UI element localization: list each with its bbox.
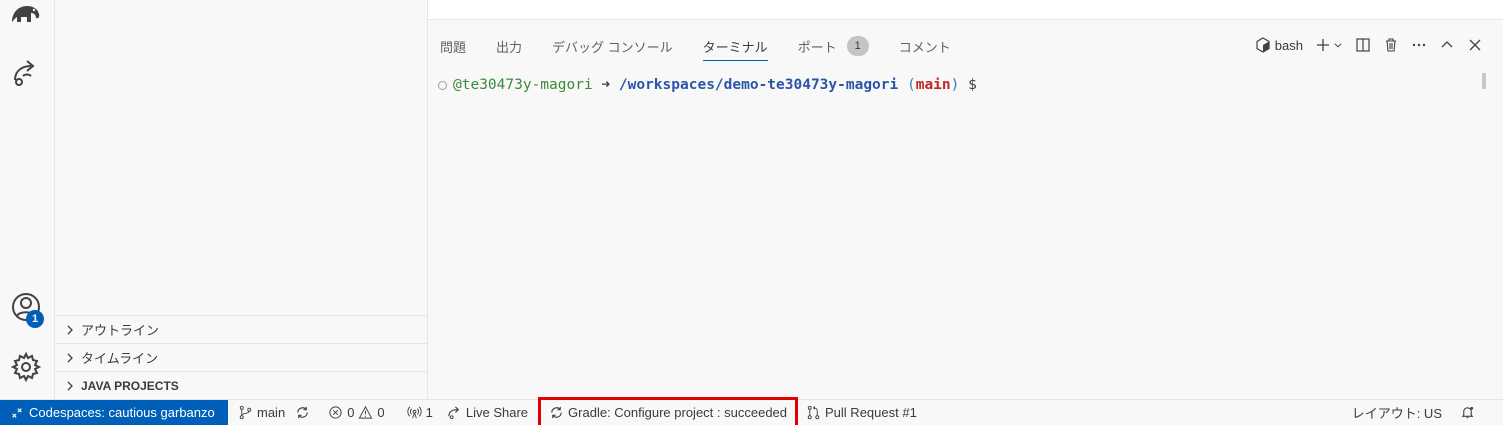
bottom-panel: 問題 出力 デバッグ コンソール ターミナル ポート 1 コメント bash @… <box>428 20 1503 399</box>
terminal-scrollbar[interactable] <box>1482 73 1486 89</box>
pull-request-item[interactable]: Pull Request #1 <box>806 400 917 425</box>
tab-output[interactable]: 出力 <box>496 32 522 60</box>
remote-icon <box>12 407 22 418</box>
status-bar: Codespaces: cautious garbanzo main 0 0 1… <box>0 397 1503 428</box>
panel-tabs: 問題 出力 デバッグ コンソール ターミナル ポート 1 コメント <box>440 32 981 62</box>
live-share-button[interactable]: Live Share <box>447 400 528 425</box>
section-label: JAVA PROJECTS <box>81 378 179 393</box>
ports-count-badge: 1 <box>846 36 869 56</box>
activity-bar: 1 <box>0 0 55 399</box>
terminal-toolbar: bash <box>1243 34 1483 56</box>
section-timeline[interactable]: タイムライン <box>55 343 427 371</box>
problems-indicator[interactable]: 0 0 <box>328 400 385 425</box>
tab-debug-console[interactable]: デバッグ コンソール <box>552 32 673 60</box>
live-share-label: Live Share <box>465 405 529 420</box>
section-label: アウトライン <box>81 323 160 338</box>
chevron-down-icon <box>1334 43 1342 48</box>
split-terminal-button[interactable] <box>1355 37 1371 53</box>
sidebar: アウトライン タイムライン JAVA PROJECTS <box>55 0 428 399</box>
git-branch-icon <box>239 405 252 420</box>
sync-button[interactable] <box>295 400 314 425</box>
chevron-right-icon <box>67 353 73 362</box>
terminal-paren-close: ) <box>950 77 960 93</box>
close-panel-button[interactable] <box>1467 37 1483 53</box>
section-label: タイムライン <box>81 351 159 366</box>
chevron-right-icon <box>67 381 73 390</box>
command-decoration-icon <box>438 80 447 90</box>
warnings-count: 0 <box>377 405 385 420</box>
new-terminal-button[interactable] <box>1315 37 1343 53</box>
live-share-icon <box>448 406 460 420</box>
git-pull-request-icon <box>807 405 820 420</box>
gradle-status-label: Gradle: Configure project : succeeded <box>568 405 788 420</box>
plus-icon <box>1317 39 1329 51</box>
pull-request-label: Pull Request #1 <box>825 405 917 420</box>
errors-count: 0 <box>347 405 355 420</box>
terminal-arrow: ➜ <box>601 77 611 93</box>
tab-terminal[interactable]: ターミナル <box>702 32 768 61</box>
maximize-panel-button[interactable] <box>1439 37 1455 53</box>
gradle-elephant-icon[interactable] <box>9 0 43 34</box>
more-actions-button[interactable] <box>1411 37 1427 53</box>
broadcast-icon <box>407 406 422 419</box>
section-outline[interactable]: アウトライン <box>55 315 427 343</box>
ports-indicator[interactable]: 1 <box>407 400 433 425</box>
remote-indicator[interactable]: Codespaces: cautious garbanzo <box>0 400 228 425</box>
terminal-path: /workspaces/demo-te30473y-magori <box>618 77 899 93</box>
live-share-icon[interactable] <box>9 56 43 90</box>
chevron-right-icon <box>67 325 73 334</box>
gradle-status-item[interactable]: Gradle: Configure project : succeeded <box>538 397 799 428</box>
terminal-paren-open: ( <box>906 77 916 93</box>
tab-label: ポート <box>797 39 837 55</box>
terminal-prompt-line[interactable]: @te30473y-magori ➜ /workspaces/demo-te30… <box>438 77 977 93</box>
split-icon <box>1356 38 1370 52</box>
section-java-projects[interactable]: JAVA PROJECTS <box>55 371 427 399</box>
gear-icon[interactable] <box>9 350 43 384</box>
branch-label: main <box>257 405 286 420</box>
ports-count: 1 <box>425 405 433 420</box>
chevron-up-icon <box>1441 41 1453 48</box>
editor-area <box>428 0 1503 20</box>
warning-icon <box>359 405 373 419</box>
tab-comments[interactable]: コメント <box>899 32 951 60</box>
shell-label: bash <box>1274 37 1303 53</box>
keyboard-layout-item[interactable]: レイアウト: US <box>1352 400 1442 425</box>
remote-label: Codespaces: cautious garbanzo <box>29 405 215 420</box>
status-bar-right: レイアウト: US <box>1342 400 1503 425</box>
keyboard-layout-label: レイアウト: US <box>1351 406 1442 421</box>
bell-icon <box>1461 406 1474 419</box>
window-bottom-margin <box>0 425 1503 439</box>
terminal-user: @te30473y-magori <box>453 77 593 93</box>
sync-icon <box>551 406 562 419</box>
ellipsis-icon <box>1412 43 1426 47</box>
sync-icon <box>297 406 308 419</box>
terminal-prompt-symbol: $ <box>968 77 977 93</box>
terminal-branch: main <box>915 77 951 93</box>
terminal-shell-selector[interactable]: bash <box>1255 37 1303 53</box>
trash-icon <box>1386 38 1396 52</box>
notifications-button[interactable] <box>1460 400 1479 425</box>
kill-terminal-button[interactable] <box>1383 37 1399 53</box>
error-icon <box>329 406 342 419</box>
branch-indicator[interactable]: main <box>238 400 285 425</box>
tab-ports[interactable]: ポート 1 <box>798 32 869 60</box>
close-icon <box>1469 39 1481 51</box>
tab-problems[interactable]: 問題 <box>440 32 466 60</box>
terminal-bash-icon <box>1256 37 1270 53</box>
account-badge: 1 <box>26 310 44 328</box>
